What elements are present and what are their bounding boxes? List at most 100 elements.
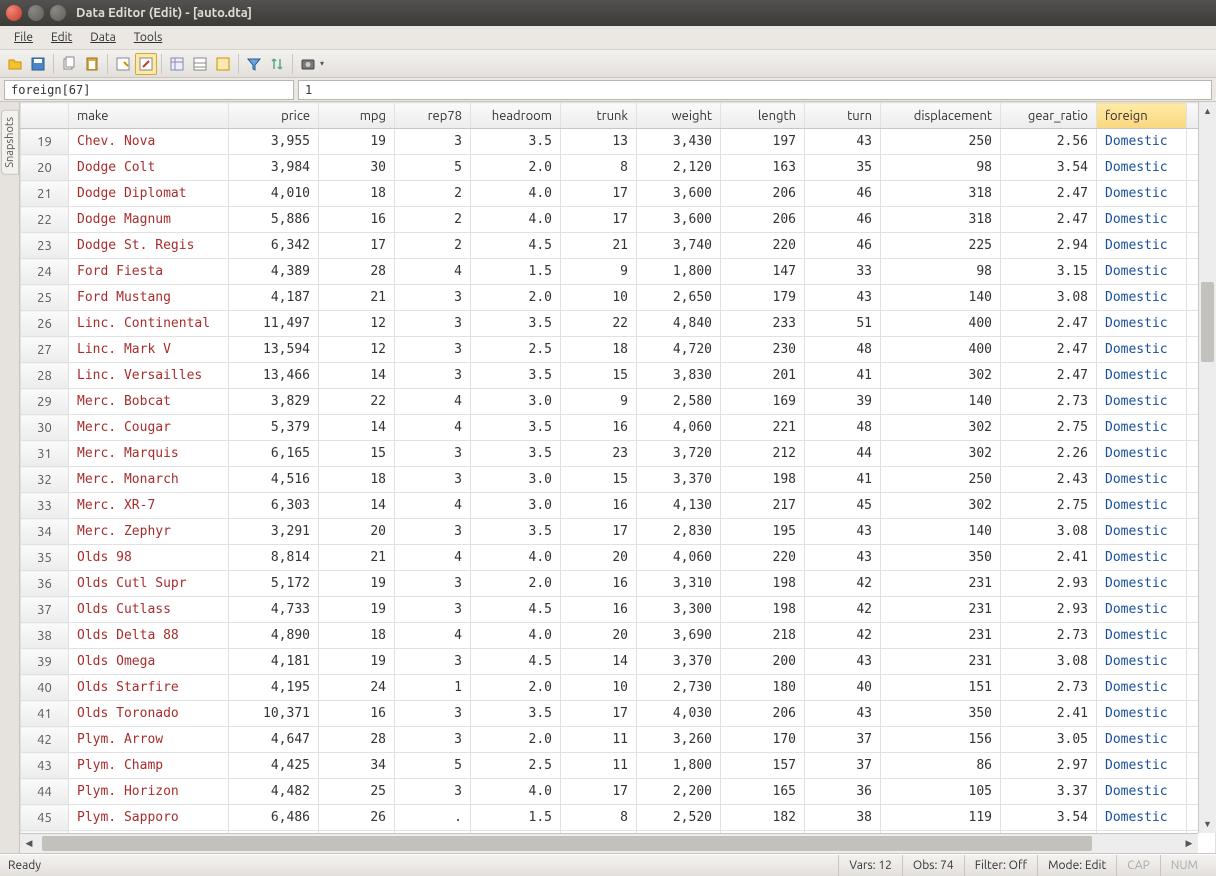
cell-make[interactable]: Olds 98 [69,545,229,571]
chevron-down-icon[interactable]: ▾ [320,59,324,68]
cell-headroom[interactable]: 4.0 [471,623,561,649]
cell-headroom[interactable]: 2.0 [471,285,561,311]
cell-gear_ratio[interactable]: 3.08 [1001,649,1097,675]
table-row[interactable]: 39Olds Omega4,1811934.5143,370200432313.… [21,649,1216,675]
cell-displacement[interactable]: 231 [881,649,1001,675]
cell-rep78[interactable]: . [395,805,471,831]
cell-make[interactable]: Linc. Continental [69,311,229,337]
cell-foreign[interactable]: Domestic [1097,545,1187,571]
table-row[interactable]: 38Olds Delta 884,8901844.0203,6902184223… [21,623,1216,649]
cell-trunk[interactable]: 17 [561,207,637,233]
cell-foreign[interactable]: Domestic [1097,623,1187,649]
cell-turn[interactable]: 33 [805,259,881,285]
column-header-foreign[interactable]: foreign [1097,103,1187,129]
snapshot-icon[interactable] [297,53,319,75]
cell-headroom[interactable]: 4.5 [471,597,561,623]
table-row[interactable]: 25Ford Mustang4,1872132.0102,65017943140… [21,285,1216,311]
row-header[interactable]: 45 [21,805,69,831]
row-header[interactable]: 42 [21,727,69,753]
cell-price[interactable]: 4,425 [229,753,319,779]
cell-rep78[interactable]: 3 [395,727,471,753]
cell-foreign[interactable]: Domestic [1097,155,1187,181]
save-icon[interactable] [27,53,49,75]
maximize-icon[interactable] [50,5,66,21]
cell-trunk[interactable]: 17 [561,701,637,727]
cell-turn[interactable]: 45 [805,493,881,519]
table-row[interactable]: 30Merc. Cougar5,3791443.5164,06022148302… [21,415,1216,441]
cell-rep78[interactable]: 4 [395,389,471,415]
cell-length[interactable]: 198 [721,467,805,493]
cell-gear_ratio[interactable]: 2.41 [1001,701,1097,727]
row-header[interactable]: 32 [21,467,69,493]
cell-trunk[interactable]: 14 [561,649,637,675]
cell-weight[interactable]: 3,370 [637,649,721,675]
cell-turn[interactable]: 40 [805,675,881,701]
corner-cell[interactable] [21,103,69,129]
table-row[interactable]: 41Olds Toronado10,3711633.5174,030206433… [21,701,1216,727]
cell-headroom[interactable]: 1.5 [471,259,561,285]
cell-length[interactable]: 206 [721,701,805,727]
cell-mpg[interactable]: 25 [319,779,395,805]
cell-weight[interactable]: 4,030 [637,701,721,727]
cell-trunk[interactable]: 17 [561,519,637,545]
cell-foreign[interactable]: Domestic [1097,181,1187,207]
cell-length[interactable]: 221 [721,415,805,441]
paste-icon[interactable] [81,53,103,75]
cell-trunk[interactable]: 17 [561,779,637,805]
table-row[interactable]: 24Ford Fiesta4,3892841.591,80014733983.1… [21,259,1216,285]
row-header[interactable]: 25 [21,285,69,311]
cell-mpg[interactable]: 16 [319,207,395,233]
cell-headroom[interactable]: 2.5 [471,753,561,779]
cell-turn[interactable]: 41 [805,363,881,389]
cell-weight[interactable]: 3,370 [637,467,721,493]
open-icon[interactable] [4,53,26,75]
cell-turn[interactable]: 43 [805,519,881,545]
cell-foreign[interactable]: Domestic [1097,805,1187,831]
row-header[interactable]: 30 [21,415,69,441]
cell-trunk[interactable]: 16 [561,597,637,623]
cell-displacement[interactable]: 140 [881,285,1001,311]
edit-mode-icon[interactable] [135,53,157,75]
cell-make[interactable]: Plym. Horizon [69,779,229,805]
cell-trunk[interactable]: 22 [561,311,637,337]
cell-gear_ratio[interactable]: 2.47 [1001,337,1097,363]
cell-weight[interactable]: 3,720 [637,441,721,467]
cell-weight[interactable]: 1,800 [637,753,721,779]
row-header[interactable]: 21 [21,181,69,207]
cell-trunk[interactable]: 16 [561,415,637,441]
cell-trunk[interactable]: 16 [561,571,637,597]
table-row[interactable]: 45Plym. Sapporo6,48626.1.582,52018238119… [21,805,1216,831]
table-row[interactable]: 19Chev. Nova3,9551933.5133,430197432502.… [21,129,1216,155]
cell-gear_ratio[interactable]: 2.47 [1001,207,1097,233]
row-header[interactable]: 22 [21,207,69,233]
cell-trunk[interactable]: 13 [561,129,637,155]
cell-displacement[interactable]: 119 [881,805,1001,831]
cell-rep78[interactable]: 4 [395,623,471,649]
cell-trunk[interactable]: 17 [561,181,637,207]
cell-price[interactable]: 6,342 [229,233,319,259]
cell-displacement[interactable]: 86 [881,753,1001,779]
hscroll-thumb[interactable] [42,836,1092,851]
cell-gear_ratio[interactable]: 2.47 [1001,311,1097,337]
cell-price[interactable]: 3,291 [229,519,319,545]
cell-displacement[interactable]: 140 [881,519,1001,545]
cell-weight[interactable]: 2,120 [637,155,721,181]
cell-headroom[interactable]: 4.0 [471,545,561,571]
cell-gear_ratio[interactable]: 2.41 [1001,545,1097,571]
cell-rep78[interactable]: 2 [395,233,471,259]
cell-headroom[interactable]: 3.5 [471,441,561,467]
cell-price[interactable]: 4,187 [229,285,319,311]
cell-foreign[interactable]: Domestic [1097,519,1187,545]
table-row[interactable]: 20Dodge Colt3,9843052.082,12016335983.54… [21,155,1216,181]
cell-foreign[interactable]: Domestic [1097,285,1187,311]
cell-length[interactable]: 180 [721,675,805,701]
cell-rep78[interactable]: 3 [395,337,471,363]
cell-gear_ratio[interactable]: 2.94 [1001,233,1097,259]
cell-trunk[interactable]: 8 [561,805,637,831]
cell-trunk[interactable]: 9 [561,259,637,285]
row-header[interactable]: 41 [21,701,69,727]
cell-displacement[interactable]: 156 [881,727,1001,753]
cell-gear_ratio[interactable]: 2.47 [1001,181,1097,207]
cell-length[interactable]: 165 [721,779,805,805]
cell-headroom[interactable]: 3.5 [471,311,561,337]
